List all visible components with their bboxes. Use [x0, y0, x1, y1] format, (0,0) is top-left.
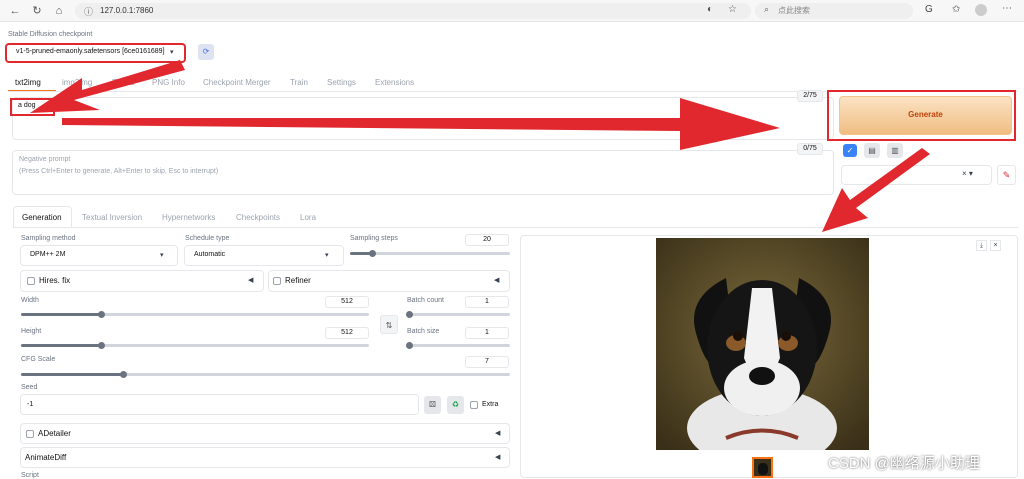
annotation-arrows	[30, 60, 930, 232]
watermark: CSDN @幽络源小助理	[828, 455, 980, 472]
arrow-prompt-to-generate	[62, 98, 780, 150]
arrow-generate-to-output	[822, 148, 930, 232]
arrow-checkpoint-to-prompt	[30, 60, 185, 113]
